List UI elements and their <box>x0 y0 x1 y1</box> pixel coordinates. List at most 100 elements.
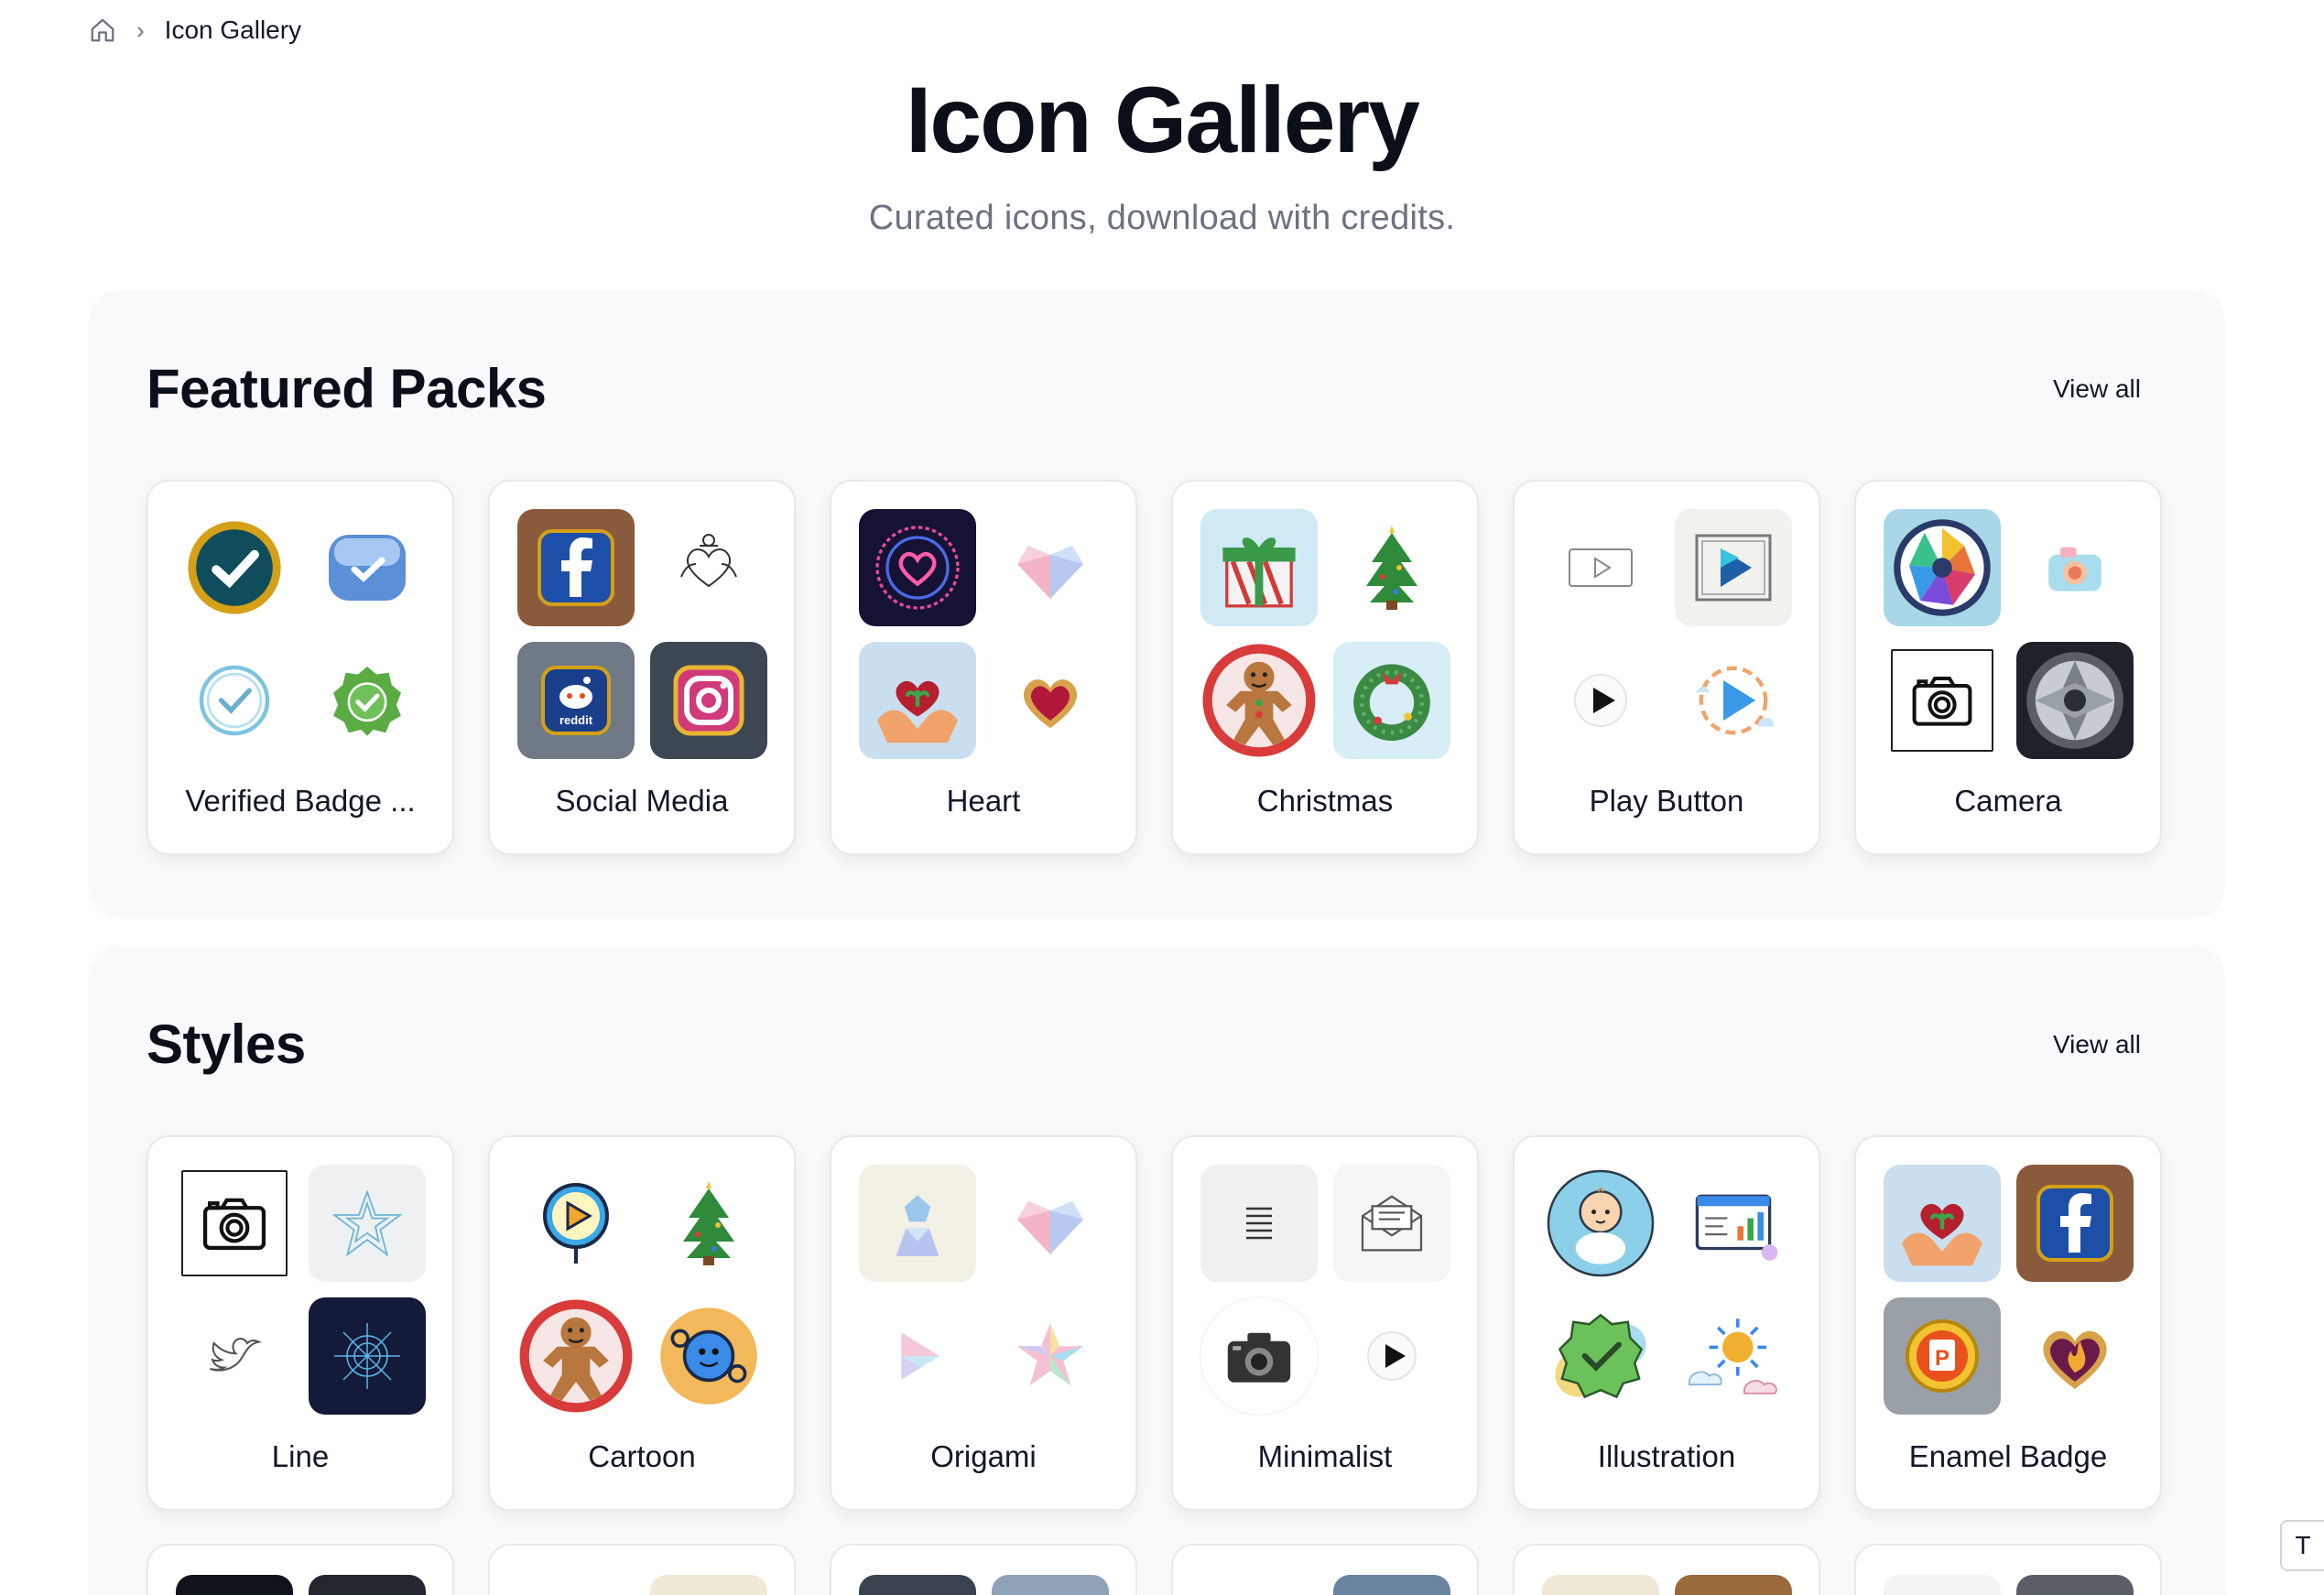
card-label: Social Media <box>555 784 729 818</box>
style-card[interactable] <box>830 1544 1137 1595</box>
page-title: Icon Gallery <box>906 68 1420 172</box>
pack-card[interactable]: Verified Badge ... <box>147 480 454 855</box>
neon-heart-icon <box>859 509 976 626</box>
outline-play-icon <box>1542 509 1659 626</box>
style-card[interactable] <box>147 1544 454 1595</box>
lens-shutter-icon <box>2016 642 2134 759</box>
thumbnail <box>1884 1575 2001 1595</box>
style-card[interactable] <box>1171 1544 1479 1595</box>
style-card[interactable] <box>488 1544 796 1595</box>
origami-heart-icon <box>992 1165 1109 1282</box>
instagram-icon <box>650 642 767 759</box>
card-label: Verified Badge ... <box>185 784 416 818</box>
home-icon[interactable] <box>89 16 116 44</box>
thumbnail <box>1542 1575 1659 1595</box>
hands-heart-plant-icon <box>859 642 976 759</box>
hands-heart-plant-icon <box>1884 1165 2001 1282</box>
card-label: Camera <box>1954 784 2062 818</box>
featured-packs-section: Featured Packs View all Verified Badge .… <box>88 289 2225 919</box>
pack-card[interactable]: Heart <box>830 480 1137 855</box>
reddit-icon: reddit <box>517 642 635 759</box>
powerpoint-icon: P <box>1884 1297 2001 1415</box>
breadcrumb: › Icon Gallery <box>89 15 301 46</box>
gear-character-icon <box>650 1297 767 1415</box>
thumbnail <box>650 1575 767 1595</box>
thumbnail <box>992 1575 1109 1595</box>
side-tab[interactable]: T <box>2280 1520 2324 1571</box>
pack-card[interactable]: reddit Social Media <box>488 480 796 855</box>
pack-card[interactable]: Play Button <box>1513 480 1820 855</box>
thumbnail <box>517 1575 635 1595</box>
view-all-link[interactable]: View all <box>2053 1030 2141 1059</box>
style-card[interactable]: Line <box>147 1135 454 1511</box>
style-card[interactable]: Illustration <box>1513 1135 1820 1511</box>
line-camera-icon <box>1891 649 1993 752</box>
origami-play-icon <box>859 1297 976 1415</box>
breadcrumb-current[interactable]: Icon Gallery <box>165 16 301 45</box>
section-title: Featured Packs <box>147 358 547 419</box>
pack-card[interactable]: Camera <box>1854 480 2162 855</box>
origami-person-icon <box>859 1165 976 1282</box>
heart-hands-icon <box>650 509 767 626</box>
camera-icon <box>1200 1297 1318 1415</box>
sun-clouds-icon <box>1675 1297 1792 1415</box>
origami-heart-icon <box>992 509 1109 626</box>
card-label: Cartoon <box>588 1439 696 1473</box>
card-label: Line <box>271 1439 330 1473</box>
card-label: Minimalist <box>1257 1439 1393 1473</box>
gem-heart-icon <box>992 642 1109 759</box>
gingerbread-man-icon <box>1200 642 1318 759</box>
thumbnail <box>859 1575 976 1595</box>
green-check-badge-icon <box>309 642 426 759</box>
document-lines-icon <box>1200 1165 1318 1282</box>
thumbnail <box>309 1575 426 1595</box>
card-label: Illustration <box>1597 1439 1736 1473</box>
line-camera-icon <box>181 1170 288 1276</box>
style-card[interactable]: Minimalist <box>1171 1135 1479 1511</box>
check-badge-icon <box>1542 1297 1659 1415</box>
bird-icon <box>176 1297 293 1415</box>
thumbnail <box>2016 1575 2134 1595</box>
gold-check-badge-icon <box>176 509 293 626</box>
style-card[interactable]: Origami <box>830 1135 1137 1511</box>
christmas-tree-icon <box>650 1165 767 1282</box>
square-play-icon <box>1675 509 1792 626</box>
facebook-icon <box>2016 1165 2134 1282</box>
view-all-link[interactable]: View all <box>2053 374 2141 404</box>
card-label: Origami <box>930 1439 1037 1473</box>
wreath-icon <box>1333 642 1450 759</box>
facebook-icon <box>517 509 635 626</box>
style-card[interactable] <box>1854 1544 2162 1595</box>
card-label: Christmas <box>1256 784 1394 818</box>
style-card[interactable]: P Enamel Badge <box>1854 1135 2162 1511</box>
section-title: Styles <box>147 1014 306 1075</box>
page-subtitle: Curated icons, download with credits. <box>868 199 1456 238</box>
gift-box-icon <box>1200 509 1318 626</box>
styles-section: Styles View all Line Cartoon Origami Min… <box>88 945 2225 1595</box>
pack-card[interactable]: Christmas <box>1171 480 1479 855</box>
cloud-play-icon <box>1675 642 1792 759</box>
baby-icon <box>1542 1165 1659 1282</box>
brain-network-icon <box>309 1297 426 1415</box>
flame-heart-icon <box>2016 1297 2134 1415</box>
star-sketch-icon <box>309 1165 426 1282</box>
envelope-icon <box>1333 1165 1450 1282</box>
gingerbread-man-icon <box>517 1297 635 1415</box>
style-card[interactable] <box>1513 1544 1820 1595</box>
aperture-icon <box>1884 509 2001 626</box>
card-label: Enamel Badge <box>1908 1439 2108 1473</box>
pastel-camera-icon <box>2016 509 2134 626</box>
style-card[interactable]: Cartoon <box>488 1135 796 1511</box>
thumbnail <box>1200 1575 1318 1595</box>
hero: Icon Gallery Curated icons, download wit… <box>0 71 2324 238</box>
thumbnail <box>1333 1575 1450 1595</box>
thumbnail <box>176 1575 293 1595</box>
outline-check-badge-icon <box>176 642 293 759</box>
card-label: Heart <box>946 784 1021 818</box>
christmas-tree-icon <box>1333 509 1450 626</box>
play-balloon-icon <box>517 1165 635 1282</box>
round-play-icon <box>1542 642 1659 759</box>
svg-text:P: P <box>1935 1346 1949 1371</box>
glass-check-badge-icon <box>309 509 426 626</box>
play-circle-icon <box>1333 1297 1450 1415</box>
